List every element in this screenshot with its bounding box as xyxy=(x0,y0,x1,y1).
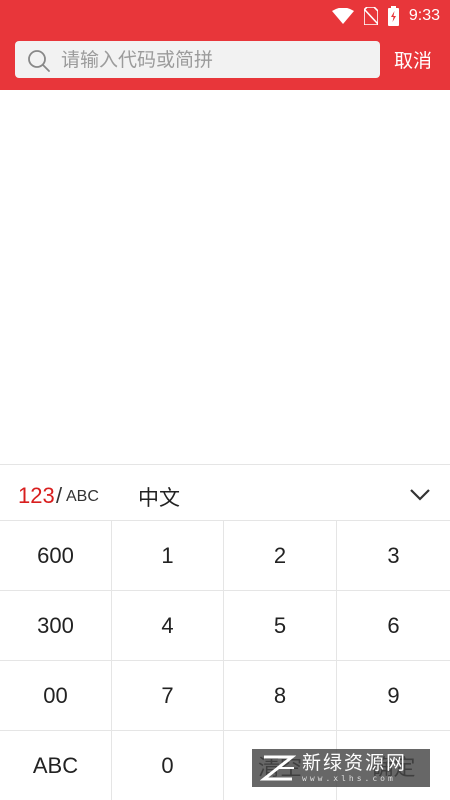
key-600[interactable]: 600 xyxy=(0,521,112,591)
search-input[interactable] xyxy=(61,41,371,78)
key-4[interactable]: 4 xyxy=(112,591,224,661)
key-9[interactable]: 9 xyxy=(337,661,450,731)
mode-numeric-tab[interactable]: 123 xyxy=(18,483,55,509)
chevron-down-icon[interactable] xyxy=(406,483,434,507)
key-1[interactable]: 1 xyxy=(112,521,224,591)
watermark-url: www.xlhs.com xyxy=(302,773,396,783)
watermark-name: 新绿资源网 xyxy=(302,751,408,774)
key-2[interactable]: 2 xyxy=(224,521,337,591)
no-sim-icon xyxy=(363,7,378,25)
mode-alpha-tab[interactable]: ABC xyxy=(66,488,99,506)
watermark: 新绿资源网 www.xlhs.com xyxy=(252,749,430,787)
search-results-area xyxy=(0,90,450,464)
key-300[interactable]: 300 xyxy=(0,591,112,661)
key-3[interactable]: 3 xyxy=(337,521,450,591)
cancel-button[interactable]: 取消 xyxy=(394,46,432,73)
key-5[interactable]: 5 xyxy=(224,591,337,661)
key-00[interactable]: 00 xyxy=(0,661,112,731)
search-box[interactable] xyxy=(15,41,380,78)
status-icons: 9:33 xyxy=(331,5,440,27)
mode-separator: / xyxy=(56,483,63,508)
status-time: 9:33 xyxy=(408,7,440,24)
key-7[interactable]: 7 xyxy=(112,661,224,731)
key-6[interactable]: 6 xyxy=(337,591,450,661)
battery-charging-icon xyxy=(387,6,399,26)
keyboard-toolbar: 123 / ABC 中文 xyxy=(0,465,450,521)
wifi-icon xyxy=(331,8,354,24)
search-icon xyxy=(27,49,51,77)
watermark-logo-icon xyxy=(259,753,297,783)
header-bar: 9:33 取消 xyxy=(0,0,450,90)
mode-chinese-tab[interactable]: 中文 xyxy=(138,482,180,512)
key-abc[interactable]: ABC xyxy=(0,731,112,800)
key-8[interactable]: 8 xyxy=(224,661,337,731)
status-bar: 9:33 xyxy=(0,0,450,32)
watermark-text: 新绿资源网 www.xlhs.com xyxy=(302,751,408,783)
key-0[interactable]: 0 xyxy=(112,731,224,800)
